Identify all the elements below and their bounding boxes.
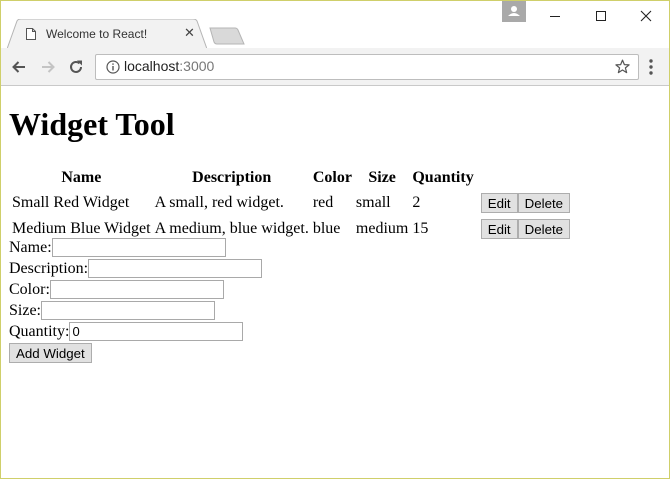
column-header-name: Name xyxy=(61,169,102,186)
info-icon[interactable] xyxy=(106,60,120,74)
delete-button[interactable]: Delete xyxy=(517,219,571,239)
maximize-icon[interactable] xyxy=(578,1,624,31)
browser-toolbar: localhost:3000 xyxy=(1,48,669,86)
column-header-color: Color xyxy=(312,169,352,186)
name-label: Name: xyxy=(9,238,52,256)
url-text: localhost:3000 xyxy=(124,58,215,74)
size-label: Size: xyxy=(9,301,41,319)
cell-actions: Edit Delete xyxy=(477,191,571,215)
column-header-description: Description xyxy=(192,169,272,186)
cell-color: red xyxy=(312,194,334,211)
name-field[interactable] xyxy=(51,238,226,257)
kebab-menu-icon[interactable] xyxy=(643,58,659,76)
form-row-description: Description: xyxy=(9,258,263,279)
quantity-field[interactable] xyxy=(69,322,244,341)
browser-window: Welcome to React! ✕ localhost:3000 Widge… xyxy=(0,0,670,479)
cell-description: A small, red widget. xyxy=(154,194,284,211)
tab-title: Welcome to React! xyxy=(46,27,148,41)
forward-arrow-icon[interactable] xyxy=(38,57,58,77)
edit-button[interactable]: Edit xyxy=(480,193,518,213)
size-field[interactable] xyxy=(41,301,215,320)
address-bar[interactable]: localhost:3000 xyxy=(95,54,639,80)
page-title: Widget Tool xyxy=(9,106,175,142)
back-arrow-icon[interactable] xyxy=(9,57,29,77)
cell-quantity: 2 xyxy=(412,194,421,211)
form-row-color: Color: xyxy=(9,279,262,300)
window-close-icon[interactable] xyxy=(623,1,669,31)
widgets-table: Name Description Color Size Quantity Sma… xyxy=(9,165,573,243)
color-label: Color: xyxy=(9,280,50,298)
page-icon xyxy=(26,28,36,40)
edit-button[interactable]: Edit xyxy=(480,219,518,239)
delete-button[interactable]: Delete xyxy=(517,193,571,213)
new-tab-button[interactable] xyxy=(209,27,245,45)
cell-size: medium xyxy=(355,220,409,237)
cell-quantity: 15 xyxy=(412,220,429,237)
table-header-row: Name Description Color Size Quantity xyxy=(11,167,571,189)
form-row-quantity: Quantity: xyxy=(9,321,262,342)
cell-actions: Edit Delete xyxy=(477,217,571,241)
column-header-size: Size xyxy=(368,169,396,186)
quantity-label: Quantity: xyxy=(9,322,70,340)
column-header-actions xyxy=(477,167,571,189)
star-icon[interactable] xyxy=(615,59,630,74)
column-header-quantity: Quantity xyxy=(412,169,474,186)
minimize-icon[interactable] xyxy=(532,1,578,31)
profile-icon[interactable] xyxy=(502,1,526,22)
close-icon[interactable]: ✕ xyxy=(184,26,195,42)
title-bar: Welcome to React! ✕ xyxy=(1,1,669,49)
cell-color: blue xyxy=(312,220,341,237)
cell-name: Small Red Widget xyxy=(12,194,130,211)
cell-size: small xyxy=(355,194,391,211)
description-label: Description: xyxy=(9,259,89,277)
form-row-name: Name: xyxy=(9,237,262,258)
reload-icon[interactable] xyxy=(66,57,86,77)
color-field[interactable] xyxy=(49,280,224,299)
widget-form: Name: Description: Color: Size: Quantity… xyxy=(9,237,263,363)
table-row: Small Red Widget A small, red widget. re… xyxy=(11,191,571,215)
add-widget-button[interactable]: Add Widget xyxy=(9,343,92,363)
form-row-size: Size: xyxy=(9,300,262,321)
description-field[interactable] xyxy=(88,259,263,278)
page-content: Widget Tool Name Description Color Size … xyxy=(1,86,669,478)
